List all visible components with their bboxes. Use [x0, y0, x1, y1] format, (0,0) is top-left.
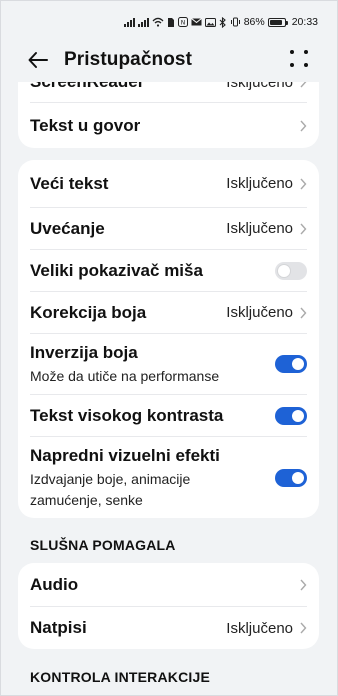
list-item-label: Napredni vizuelni efekti	[30, 445, 220, 465]
list-item-value: Isključeno	[226, 620, 307, 637]
list-item-value: Isključeno	[226, 82, 307, 91]
card-vision: Veći tekst Isključeno Uvećanje Isključen…	[18, 160, 319, 518]
list-item-magnification[interactable]: Uvećanje Isključeno	[18, 208, 319, 249]
color-inversion-toggle[interactable]	[275, 355, 307, 373]
list-item-larger-text[interactable]: Veći tekst Isključeno	[18, 160, 319, 207]
list-item-label: Korekcija boja	[30, 302, 147, 322]
vibrate-icon	[230, 16, 241, 28]
chevron-right-icon	[300, 178, 307, 189]
list-item-large-mouse-pointer: Veliki pokazivač miša	[18, 250, 319, 291]
list-item-color-correction[interactable]: Korekcija boja Isključeno	[18, 292, 319, 333]
list-item-label: Natpisi	[30, 618, 87, 637]
clock: 20:33	[291, 16, 318, 28]
list-item-label: Tekst u govor	[30, 115, 141, 135]
list-item-label: Tekst visokog kontrasta	[30, 405, 224, 425]
arrow-left-icon[interactable]	[26, 48, 50, 72]
list-item-subtitle: Izdvajanje boje, animacije	[30, 470, 191, 487]
chevron-right-icon	[300, 82, 307, 88]
list-item-text-to-speech[interactable]: Tekst u govor	[18, 103, 319, 148]
list-item-label: ScreenReader	[30, 82, 144, 92]
section-header-interaction: KONTROLA INTERAKCIJE	[30, 669, 211, 685]
high-contrast-toggle[interactable]	[275, 406, 307, 425]
list-item-label: Inverzija boja	[30, 342, 138, 362]
settings-list[interactable]: ScreenReader Isključeno Tekst u govor Ve…	[0, 82, 338, 696]
list-item-value: Isključeno	[226, 175, 307, 192]
chevron-right-icon	[300, 307, 307, 318]
list-item-label: Audio	[30, 574, 79, 594]
mouse-pointer-toggle[interactable]	[275, 261, 307, 280]
list-item-value: Isključeno	[226, 304, 307, 321]
chevron-right-icon	[300, 579, 307, 590]
page-title: Pristupačnost	[64, 49, 192, 70]
list-item-label: Veći tekst	[30, 173, 109, 193]
list-item-captions[interactable]: Natpisi Isključeno	[18, 607, 319, 649]
list-item-label: Veliki pokazivač miša	[30, 260, 203, 280]
chevron-right-icon	[300, 120, 307, 131]
list-item-high-contrast-text: Tekst visokog kontrasta	[18, 395, 319, 436]
card-hearing: Audio Natpisi Isključeno	[18, 563, 319, 649]
battery-icon	[267, 17, 288, 27]
image-icon	[204, 16, 216, 28]
list-item-advanced-visual-effects: Napredni vizuelni efekti Izdvajanje boje…	[18, 437, 319, 518]
list-item-screenreader[interactable]: ScreenReader Isključeno	[18, 82, 319, 100]
battery-percent: 86%	[243, 16, 265, 28]
app-header: Pristupačnost	[0, 38, 338, 82]
visual-effects-toggle[interactable]	[275, 468, 307, 487]
bluetooth-icon	[219, 16, 227, 28]
nfc-icon: N	[177, 16, 188, 28]
card-screenreader: ScreenReader Isključeno Tekst u govor	[18, 82, 319, 148]
signal-icon	[137, 17, 149, 27]
sim-icon	[167, 16, 175, 28]
more-dots-icon[interactable]	[290, 50, 310, 70]
wifi-icon	[152, 16, 164, 28]
section-header-hearing: SLUŠNA POMAGALA	[30, 537, 176, 553]
list-item-value: Isključeno	[226, 220, 307, 237]
list-item-audio[interactable]: Audio	[18, 563, 319, 606]
svg-text:N: N	[180, 20, 185, 27]
chevron-right-icon	[300, 223, 307, 234]
list-item-subtitle: Može da utiče na performanse	[30, 367, 220, 384]
list-item-subtitle: zamućenje, senke	[30, 491, 143, 508]
signal-icon	[123, 17, 135, 27]
chevron-right-icon	[300, 622, 307, 634]
mail-icon	[190, 16, 202, 28]
list-item-color-inversion: Inverzija boja Može da utiče na performa…	[18, 334, 319, 394]
list-item-label: Uvećanje	[30, 218, 105, 238]
